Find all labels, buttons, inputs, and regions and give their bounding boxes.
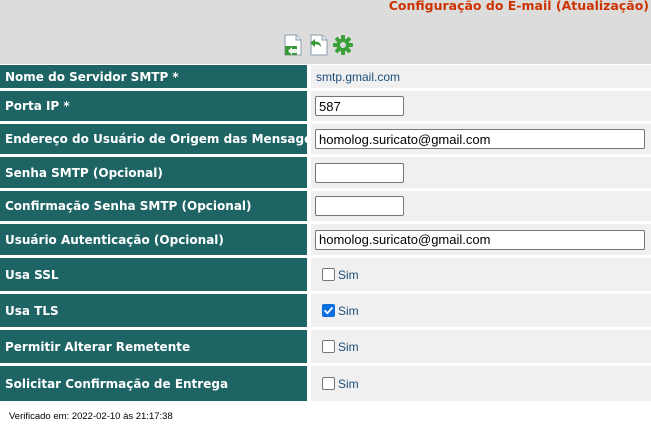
sender-email-input[interactable] bbox=[315, 129, 645, 149]
verified-timestamp: Verificado em: 2022-02-10 às 21:17:38 bbox=[9, 411, 173, 422]
label-sender: Endereço do Usuário de Origem das Mensag… bbox=[0, 124, 338, 154]
use-ssl-option-label[interactable]: Sim bbox=[338, 268, 359, 282]
port-input[interactable] bbox=[315, 96, 404, 116]
row-delivery-confirm: Solicitar Confirmação de Entrega Sim bbox=[0, 366, 651, 401]
label-use-tls: Usa TLS bbox=[0, 294, 307, 327]
row-use-ssl: Usa SSL Sim bbox=[0, 258, 651, 291]
label-allow-change-sender: Permitir Alterar Remetente bbox=[0, 330, 307, 363]
auth-user-input[interactable] bbox=[315, 229, 645, 250]
row-password-confirm: Confirmação Senha SMTP (Opcional) bbox=[0, 191, 651, 221]
smtp-server-value: smtp.gmail.com bbox=[316, 69, 401, 84]
row-allow-change-sender: Permitir Alterar Remetente Sim bbox=[0, 330, 651, 363]
page-title: Configuração do E-mail (Atualização) bbox=[388, 0, 649, 13]
row-port: Porta IP * bbox=[0, 91, 651, 121]
gear-icon[interactable] bbox=[332, 33, 354, 57]
header-band: Configuração do E-mail (Atualização) bbox=[0, 0, 651, 64]
label-use-ssl: Usa SSL bbox=[0, 258, 307, 291]
row-auth-user: Usuário Autenticação (Opcional) bbox=[0, 224, 651, 255]
toolbar bbox=[282, 33, 354, 57]
row-smtp-server: Nome do Servidor SMTP * smtp.gmail.com bbox=[0, 65, 651, 88]
label-port: Porta IP * bbox=[0, 91, 307, 121]
use-tls-option-label[interactable]: Sim bbox=[338, 304, 359, 318]
row-use-tls: Usa TLS Sim bbox=[0, 294, 651, 327]
undo-document-icon[interactable] bbox=[307, 33, 329, 57]
save-document-icon[interactable] bbox=[282, 33, 304, 57]
label-password: Senha SMTP (Opcional) bbox=[0, 157, 307, 188]
password-input[interactable] bbox=[315, 162, 404, 183]
allow-change-sender-checkbox[interactable] bbox=[322, 340, 335, 353]
label-auth-user: Usuário Autenticação (Opcional) bbox=[0, 224, 307, 255]
label-password-confirm: Confirmação Senha SMTP (Opcional) bbox=[0, 191, 307, 221]
row-sender: Endereço do Usuário de Origem das Mensag… bbox=[0, 124, 651, 154]
label-delivery-confirm: Solicitar Confirmação de Entrega bbox=[0, 366, 307, 401]
delivery-confirm-option-label[interactable]: Sim bbox=[338, 377, 359, 391]
use-ssl-checkbox[interactable] bbox=[322, 268, 335, 281]
row-password: Senha SMTP (Opcional) bbox=[0, 157, 651, 188]
delivery-confirm-checkbox[interactable] bbox=[322, 377, 335, 390]
label-smtp-server: Nome do Servidor SMTP * bbox=[0, 65, 307, 88]
use-tls-checkbox[interactable] bbox=[322, 304, 335, 317]
password-confirm-input[interactable] bbox=[315, 196, 404, 216]
allow-change-sender-option-label[interactable]: Sim bbox=[338, 340, 359, 354]
